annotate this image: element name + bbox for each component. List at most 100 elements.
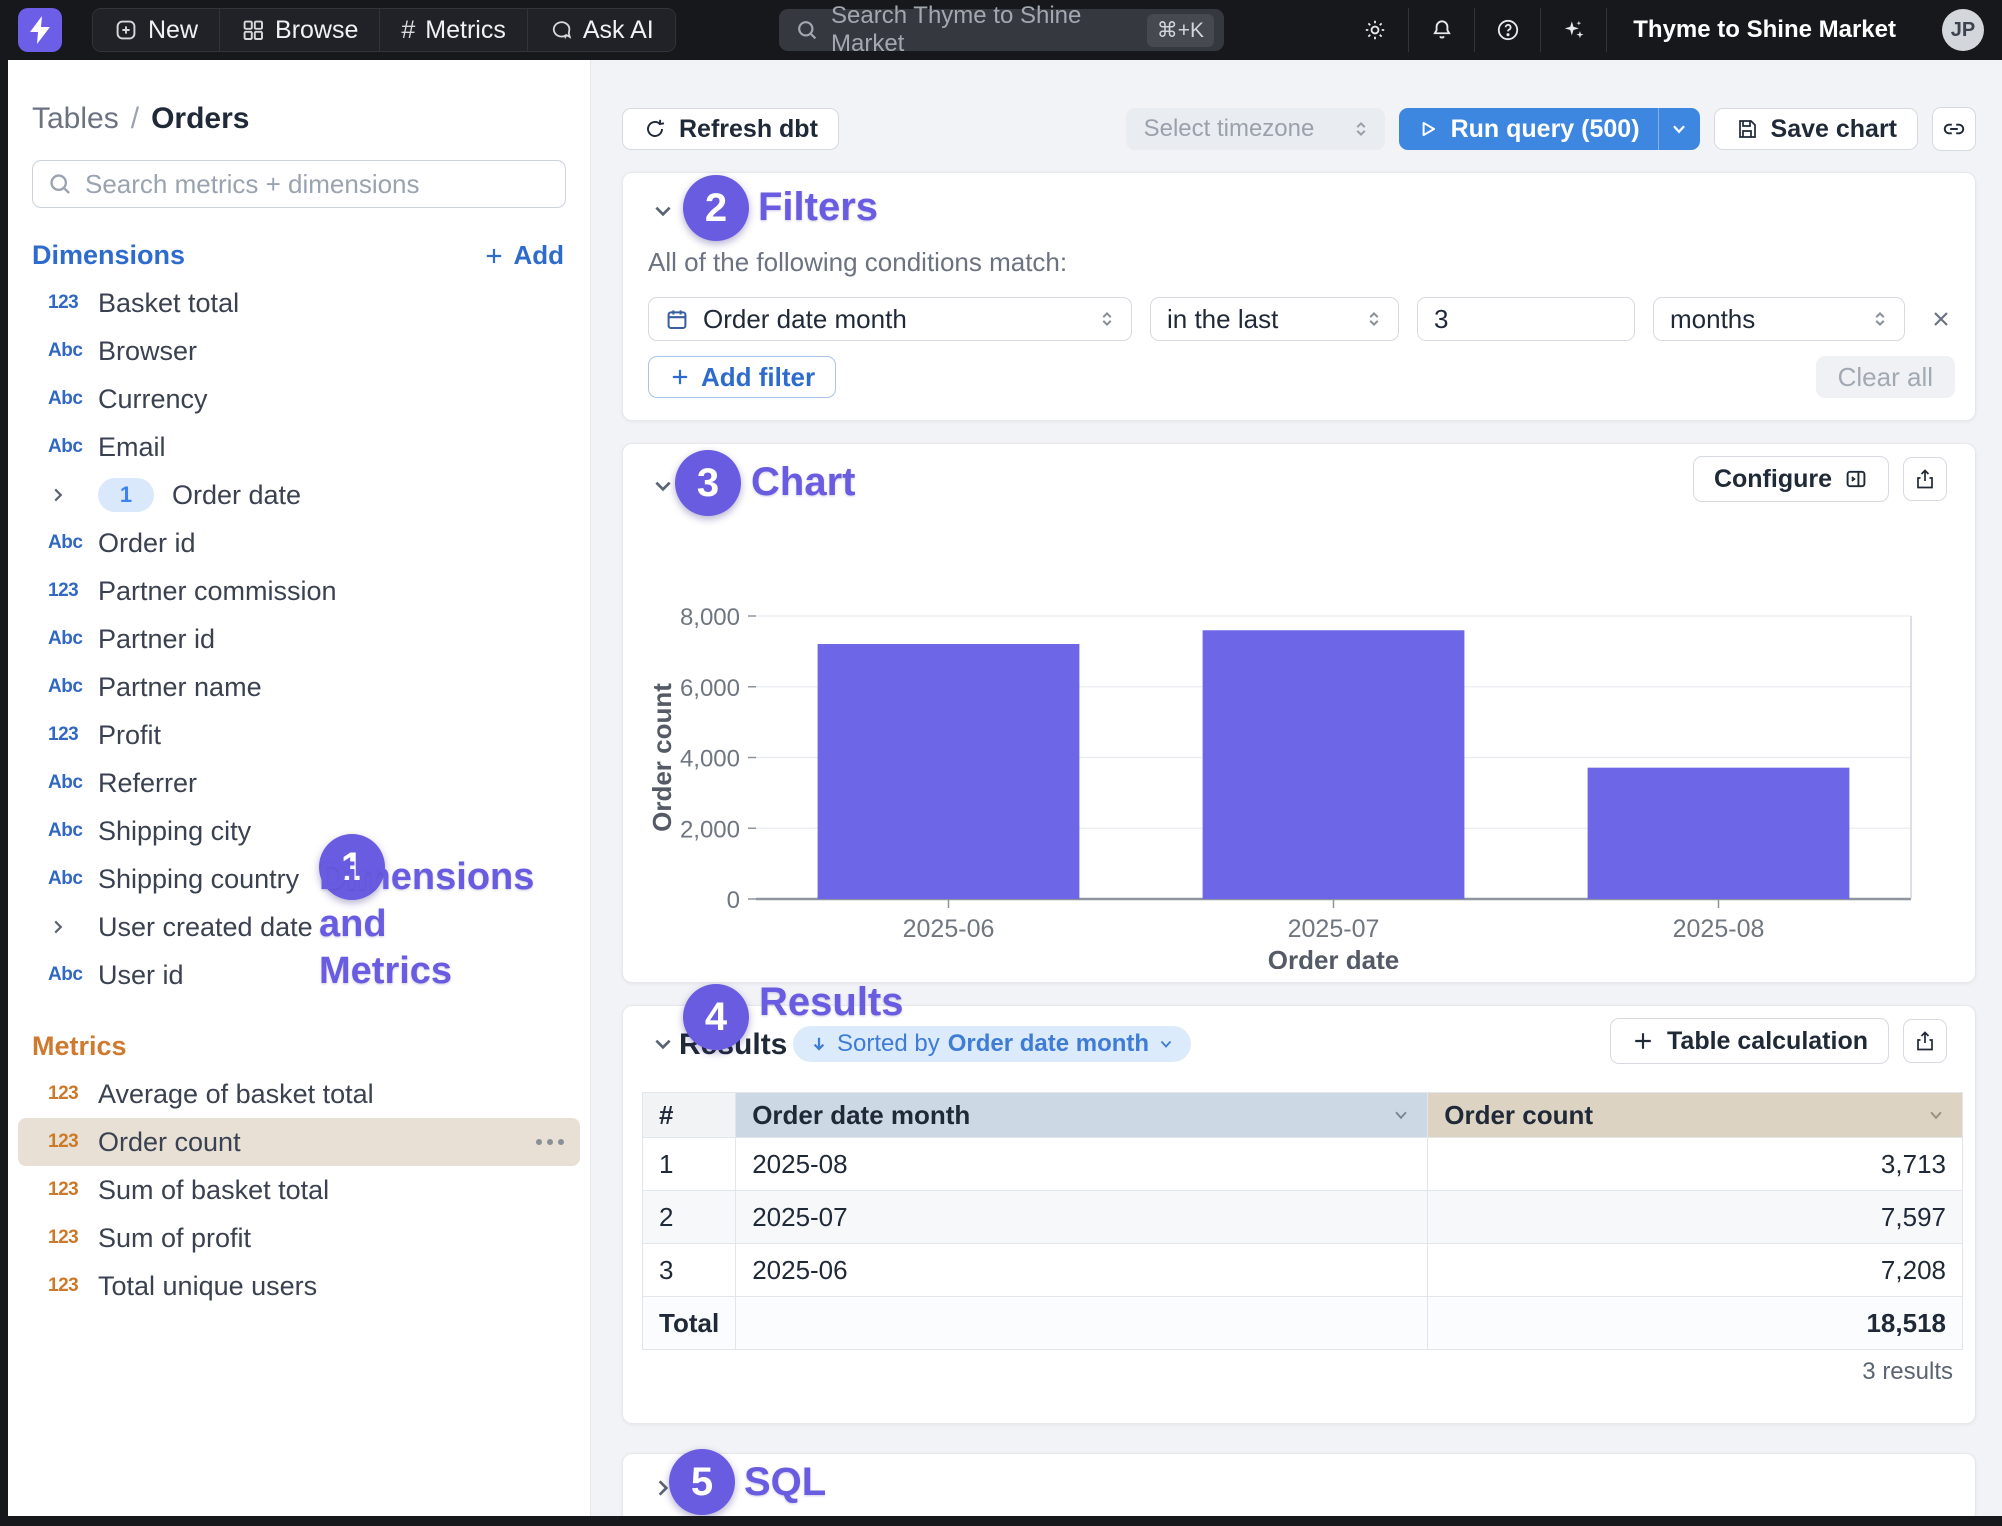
app-logo[interactable]	[18, 8, 62, 52]
new-button[interactable]: New	[93, 9, 220, 51]
filter-operator-select[interactable]: in the last	[1150, 297, 1399, 341]
fields-search[interactable]	[32, 160, 566, 208]
dimension-item-partner-name[interactable]: AbcPartner name	[18, 663, 580, 711]
save-chart-button[interactable]: Save chart	[1714, 108, 1918, 150]
metric-item-sum-of-profit[interactable]: 123Sum of profit	[18, 1214, 580, 1262]
breadcrumb-tables[interactable]: Tables	[32, 102, 119, 136]
dimension-item-browser[interactable]: AbcBrowser	[18, 327, 580, 375]
bar-chart: 02,0004,0006,0008,0002025-062025-072025-…	[641, 559, 1931, 969]
plus-icon	[1631, 1029, 1655, 1053]
add-label: Add	[513, 240, 564, 271]
dimension-item-email[interactable]: AbcEmail	[18, 423, 580, 471]
table-row[interactable]: 12025-083,713	[643, 1138, 1963, 1191]
refresh-dbt-button[interactable]: Refresh dbt	[622, 108, 839, 150]
filter-row: Order date month in the last months	[648, 297, 1953, 341]
sparkles-button[interactable]	[1540, 8, 1606, 52]
row-index-cell: 2	[643, 1191, 736, 1244]
order-count-cell: 7,597	[1428, 1191, 1963, 1244]
metric-item-order-count[interactable]: 123Order count	[18, 1118, 580, 1166]
add-filter-button[interactable]: Add filter	[648, 356, 836, 398]
column-header-index[interactable]: #	[643, 1093, 736, 1138]
chevron-right-icon[interactable]	[48, 485, 98, 505]
annotation-circle-2: 2	[683, 175, 749, 241]
browse-button[interactable]: Browse	[220, 9, 380, 51]
results-collapse-chevron[interactable]	[651, 1032, 675, 1061]
chevron-down-icon	[1157, 1035, 1175, 1053]
updown-chevron-icon	[1870, 309, 1890, 329]
filter-value-input[interactable]	[1418, 298, 1635, 340]
field-label: Total unique users	[98, 1271, 317, 1302]
order-date-month-cell: 2025-08	[736, 1138, 1428, 1191]
global-search[interactable]: Search Thyme to Shine Market ⌘+K	[779, 9, 1224, 51]
dimension-item-order-date[interactable]: 1Order date	[18, 471, 580, 519]
fields-search-input[interactable]	[85, 169, 551, 200]
dimension-item-referrer[interactable]: AbcReferrer	[18, 759, 580, 807]
filter-field-value: Order date month	[703, 304, 1083, 335]
chart-collapse-chevron[interactable]	[651, 474, 675, 503]
metrics-header: Metrics	[32, 1031, 127, 1062]
sorted-by-prefix: Sorted by	[837, 1030, 940, 1058]
run-query-dropdown[interactable]	[1658, 108, 1700, 150]
updown-chevron-icon	[1097, 309, 1117, 329]
dimension-item-order-id[interactable]: AbcOrder id	[18, 519, 580, 567]
export-chart-button[interactable]	[1903, 457, 1947, 501]
table-calculation-button[interactable]: Table calculation	[1610, 1018, 1889, 1064]
plus-square-icon	[114, 18, 138, 42]
dimension-item-currency[interactable]: AbcCurrency	[18, 375, 580, 423]
field-label: Order count	[98, 1127, 241, 1158]
filter-operator-value: in the last	[1167, 304, 1364, 335]
share-link-button[interactable]	[1932, 107, 1976, 151]
column-header-order-date-month[interactable]: Order date month	[736, 1093, 1428, 1138]
refresh-icon	[643, 117, 667, 141]
dimension-item-shipping-city[interactable]: AbcShipping city	[18, 807, 580, 855]
annotation-circle-4: 4	[683, 984, 749, 1050]
timezone-select[interactable]: Select timezone	[1126, 108, 1385, 150]
user-avatar[interactable]: JP	[1942, 9, 1984, 51]
share-icon	[1913, 1029, 1937, 1053]
project-selector[interactable]: Thyme to Shine Market	[1606, 8, 1922, 52]
overflow-menu-icon[interactable]	[536, 1139, 564, 1145]
bar-2025-07[interactable]	[1203, 630, 1465, 899]
dimension-item-basket-total[interactable]: 123Basket total	[18, 279, 580, 327]
sorted-by-pill[interactable]: Sorted by Order date month	[793, 1026, 1191, 1062]
help-button[interactable]	[1474, 8, 1540, 52]
filter-unit-select[interactable]: months	[1653, 297, 1905, 341]
dimension-item-profit[interactable]: 123Profit	[18, 711, 580, 759]
filters-collapse-chevron[interactable]	[651, 199, 675, 228]
add-filter-label: Add filter	[701, 362, 815, 393]
ask-ai-button[interactable]: Ask AI	[528, 9, 675, 51]
order-date-month-cell: 2025-06	[736, 1244, 1428, 1297]
metrics-button[interactable]: # Metrics	[380, 9, 527, 51]
row-index-cell: 3	[643, 1244, 736, 1297]
search-icon	[47, 171, 73, 197]
table-row[interactable]: 22025-077,597	[643, 1191, 1963, 1244]
refresh-dbt-label: Refresh dbt	[679, 115, 818, 144]
filter-field-select[interactable]: Order date month	[648, 297, 1132, 341]
explore-sidebar: Tables / Orders Dimensions Add 123Basket…	[8, 60, 591, 1516]
notifications-button[interactable]	[1408, 8, 1474, 52]
dimension-item-partner-commission[interactable]: 123Partner commission	[18, 567, 580, 615]
annotation-label-5: SQL	[744, 1460, 826, 1505]
bar-2025-08[interactable]	[1588, 768, 1850, 899]
sorted-by-field: Order date month	[948, 1030, 1149, 1058]
metric-item-sum-of-basket-total[interactable]: 123Sum of basket total	[18, 1166, 580, 1214]
remove-filter-button[interactable]	[1929, 307, 1953, 331]
bar-2025-06[interactable]	[818, 644, 1080, 899]
dimension-item-partner-id[interactable]: AbcPartner id	[18, 615, 580, 663]
configure-button[interactable]: Configure	[1693, 456, 1889, 502]
hash-icon: #	[401, 16, 415, 45]
run-query-button[interactable]: Run query (500)	[1399, 108, 1700, 150]
svg-text:2025-07: 2025-07	[1288, 915, 1380, 943]
column-label: Order count	[1444, 1100, 1593, 1131]
table-row[interactable]: 32025-067,208	[643, 1244, 1963, 1297]
column-header-order-count[interactable]: Order count	[1428, 1093, 1963, 1138]
annotation-label-3: Chart	[751, 460, 855, 505]
chevron-right-icon[interactable]	[48, 917, 98, 937]
clear-all-button[interactable]: Clear all	[1816, 356, 1955, 398]
column-label: Order date month	[752, 1100, 970, 1131]
export-results-button[interactable]	[1903, 1019, 1947, 1063]
metric-item-total-unique-users[interactable]: 123Total unique users	[18, 1262, 580, 1310]
add-dimension-button[interactable]: Add	[483, 240, 564, 271]
metric-item-average-of-basket-total[interactable]: 123Average of basket total	[18, 1070, 580, 1118]
settings-button[interactable]	[1342, 8, 1408, 52]
